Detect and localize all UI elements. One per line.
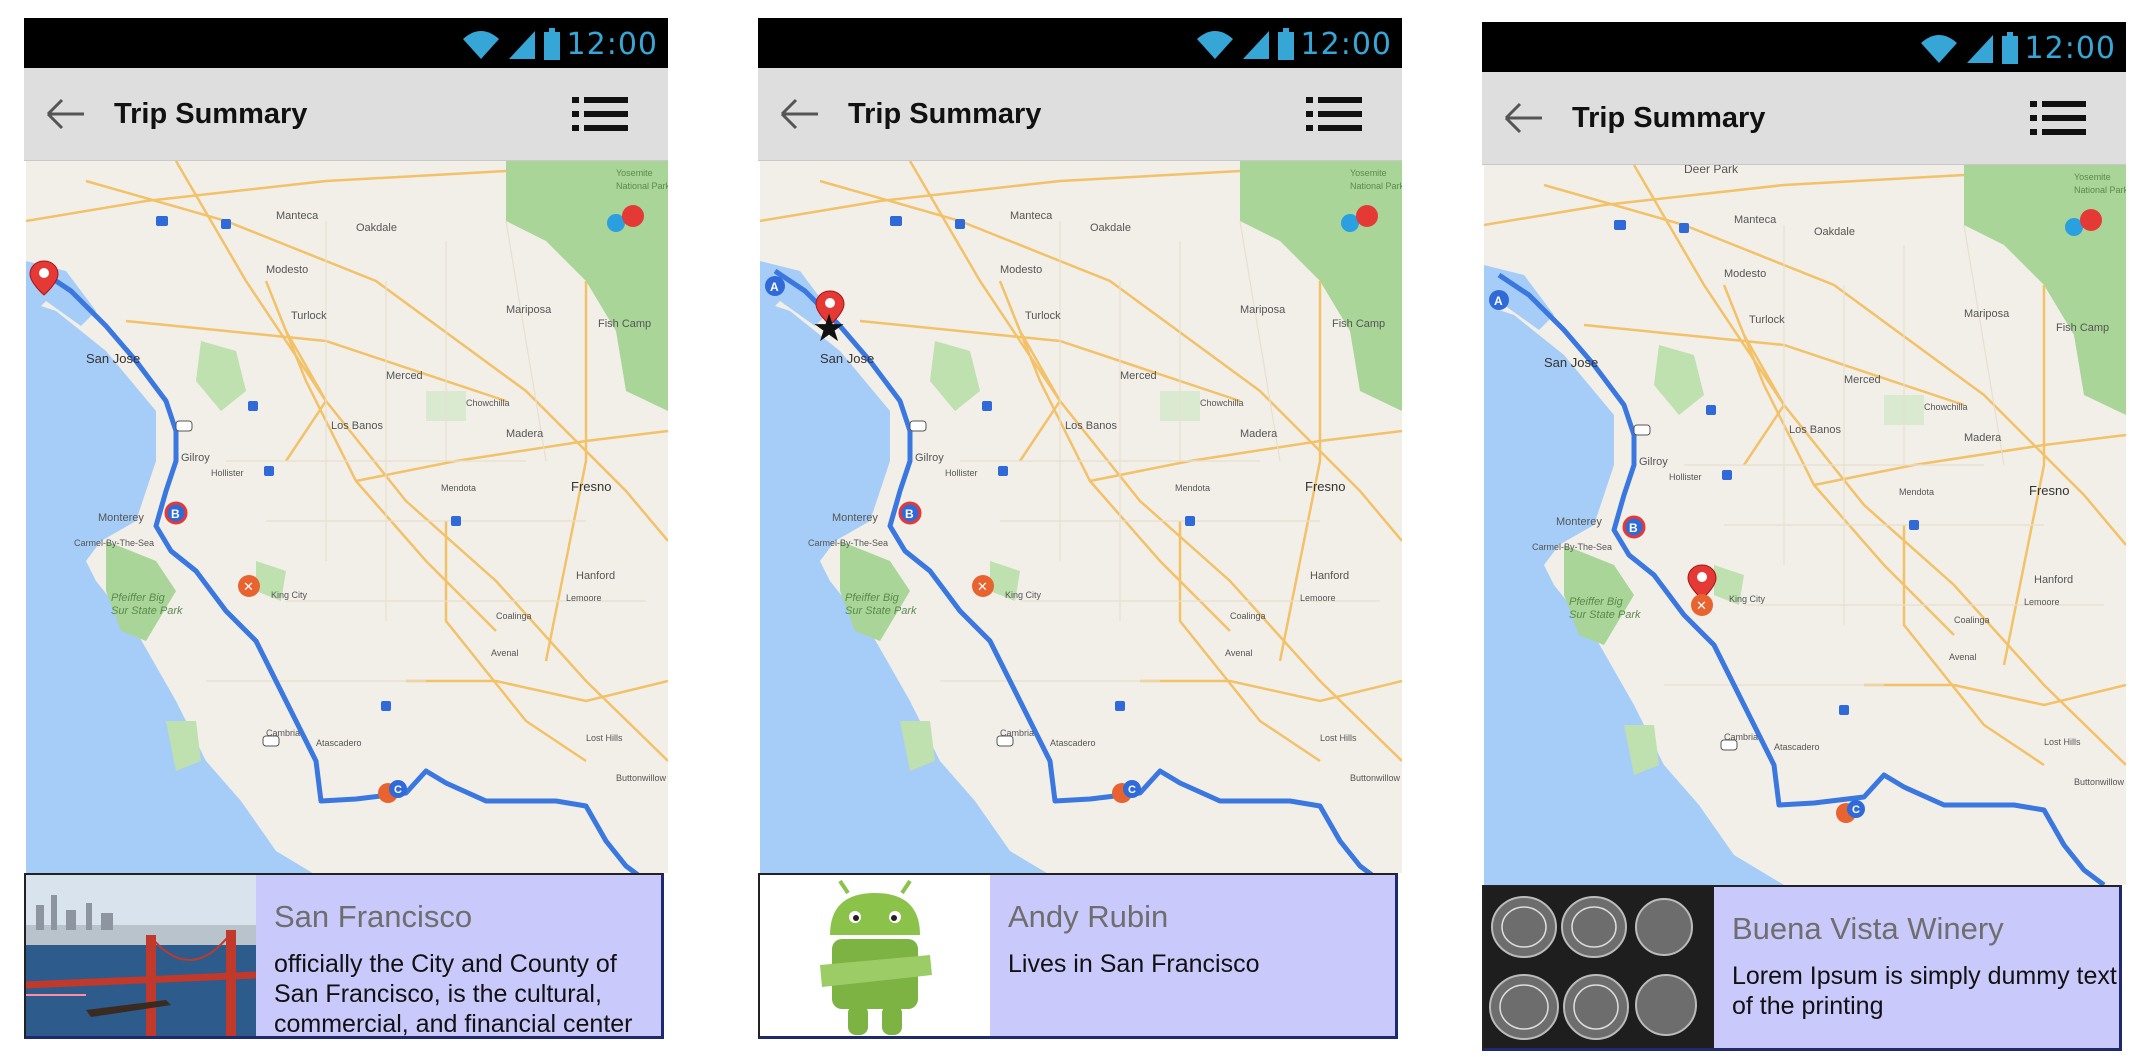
card-title: Andy Rubin — [1008, 899, 1169, 934]
svg-text:Deer Park: Deer Park — [1684, 165, 1739, 176]
battery-icon — [2001, 32, 2018, 64]
svg-text:✕: ✕ — [977, 580, 988, 595]
svg-text:C: C — [1852, 804, 1860, 816]
place-card[interactable]: Buena Vista Winery Lorem Ipsum is simply… — [1482, 885, 2122, 1051]
marker-b[interactable]: B — [898, 501, 922, 525]
arrow-left-icon[interactable] — [44, 94, 88, 134]
restaurant-marker[interactable]: ✕ — [1691, 594, 1713, 616]
phone-screen-1: 12:00 Trip Summary B ✕ C San Francisco o… — [24, 18, 668, 1048]
svg-text:B: B — [171, 507, 180, 521]
status-time: 12:00 — [2024, 30, 2116, 66]
place-card[interactable]: San Francisco officially the City and Co… — [24, 873, 664, 1039]
wifi-icon — [1196, 31, 1233, 59]
status-bar: 12:00 — [758, 18, 1402, 68]
svg-text:C: C — [1128, 784, 1136, 796]
wifi-icon — [1920, 35, 1957, 63]
svg-text:✕: ✕ — [1696, 599, 1707, 614]
trip-map[interactable]: Deer Park A B ✕ C — [1484, 165, 2126, 885]
card-description: Lives in San Francisco — [1008, 950, 1260, 978]
card-description: officially the City and County of San Fr… — [274, 950, 633, 1038]
battery-icon — [543, 28, 560, 60]
android-robot-image — [760, 875, 990, 1036]
svg-text:C: C — [394, 784, 402, 796]
status-bar: 12:00 — [24, 18, 668, 68]
wifi-icon — [462, 31, 499, 59]
trip-map[interactable]: B ✕ C — [26, 161, 668, 873]
restaurant-marker[interactable]: ✕ — [972, 575, 994, 597]
star-icon: ★ — [812, 306, 846, 350]
page-title: Trip Summary — [114, 98, 308, 130]
list-icon[interactable] — [1306, 95, 1362, 133]
marker-a[interactable]: A — [1489, 290, 1509, 310]
svg-text:✕: ✕ — [243, 580, 254, 595]
arrow-left-icon[interactable] — [778, 94, 822, 134]
status-bar: 12:00 — [1482, 22, 2126, 72]
signal-icon — [508, 31, 535, 59]
marker-b[interactable]: B — [1622, 515, 1646, 539]
app-bar: Trip Summary — [758, 68, 1402, 161]
list-icon[interactable] — [572, 95, 628, 133]
phone-screen-3: 12:00 Trip Summary Deer Park A B ✕ C Bue… — [1482, 22, 2126, 1052]
marker-a[interactable]: A — [765, 276, 785, 296]
card-title: San Francisco — [274, 899, 473, 934]
card-title: Buena Vista Winery — [1732, 911, 2004, 946]
card-description: Lorem Ipsum is simply dummy text of the … — [1732, 962, 2117, 1020]
svg-text:A: A — [770, 280, 779, 294]
app-bar: Trip Summary — [1482, 72, 2126, 165]
wine-barrels-photo — [1484, 887, 1714, 1048]
svg-text:B: B — [905, 507, 914, 521]
list-icon[interactable] — [2030, 99, 2086, 137]
battery-icon — [1277, 28, 1294, 60]
page-title: Trip Summary — [1572, 102, 1766, 134]
signal-icon — [1242, 31, 1269, 59]
arrow-left-icon[interactable] — [1502, 98, 1546, 138]
signal-icon — [1966, 35, 1993, 63]
status-time: 12:00 — [566, 26, 658, 62]
svg-text:B: B — [1629, 521, 1638, 535]
status-time: 12:00 — [1300, 26, 1392, 62]
trip-map[interactable]: A ★ B ✕ C — [760, 161, 1402, 873]
restaurant-marker[interactable]: ✕ — [238, 575, 260, 597]
svg-text:A: A — [1494, 294, 1503, 308]
phone-screen-2: 12:00 Trip Summary A ★ B ✕ C Andy Rubin … — [758, 18, 1402, 1048]
golden-gate-bridge-photo — [26, 875, 256, 1036]
page-title: Trip Summary — [848, 98, 1042, 130]
person-card[interactable]: Andy Rubin Lives in San Francisco — [758, 873, 1398, 1039]
marker-b[interactable]: B — [164, 501, 188, 525]
app-bar: Trip Summary — [24, 68, 668, 161]
